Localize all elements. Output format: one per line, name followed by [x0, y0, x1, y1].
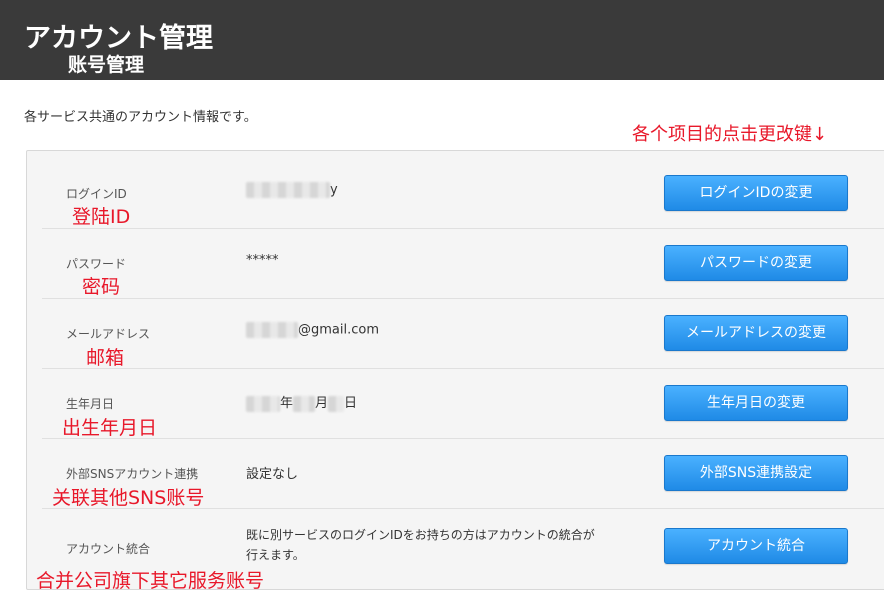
page-header: アカウント管理 账号管理	[0, 0, 884, 80]
account-merge-description-line1: 既に別サービスのログインIDをお持ちの方はアカウントの統合が	[246, 528, 595, 542]
redacted-block	[246, 182, 330, 198]
password-value: *****	[246, 253, 279, 268]
year-unit: 年	[280, 396, 294, 411]
change-login-id-button[interactable]: ログインIDの変更	[664, 175, 848, 211]
row-divider	[42, 298, 884, 299]
account-merge-label: アカウント統合	[66, 542, 151, 556]
login-id-value: y	[246, 182, 338, 198]
login-id-annotation: 登陆ID	[72, 206, 131, 228]
birthday-label: 生年月日	[66, 397, 115, 411]
redacted-block	[293, 395, 316, 412]
month-unit: 月	[315, 396, 329, 411]
sns-link-value: 設定なし	[246, 467, 299, 482]
email-value: @gmail.com	[246, 322, 379, 338]
redacted-block	[328, 395, 345, 412]
change-password-button[interactable]: パスワードの変更	[664, 245, 848, 281]
intro-text: 各サービス共通のアカウント情報です。	[24, 110, 257, 125]
page-subtitle: 账号管理	[68, 54, 145, 76]
login-id-suffix: y	[330, 182, 338, 198]
account-merge-description-line2: 行えます。	[246, 548, 305, 562]
row-divider	[42, 508, 884, 509]
birthday-value: 年 月日	[246, 392, 357, 412]
sns-link-annotation: 关联其他SNS账号	[52, 487, 205, 509]
password-label: パスワード	[66, 257, 127, 271]
password-annotation: 密码	[82, 276, 121, 298]
email-label: メールアドレス	[66, 327, 151, 341]
account-merge-button[interactable]: アカウント統合	[664, 528, 848, 564]
email-annotation: 邮箱	[86, 347, 125, 369]
row-divider	[42, 368, 884, 369]
email-suffix: @gmail.com	[298, 322, 380, 338]
sns-link-label: 外部SNSアカウント連携	[66, 467, 199, 481]
redacted-block	[246, 322, 298, 338]
login-id-label: ログインID	[66, 187, 127, 201]
account-merge-annotation: 合并公司旗下其它服务账号	[36, 570, 265, 592]
change-birthday-button[interactable]: 生年月日の変更	[664, 385, 848, 421]
redacted-block	[246, 395, 280, 412]
hint-annotation: 各个项目的点击更改键↓	[632, 124, 828, 145]
account-merge-description: 既に別サービスのログインIDをお持ちの方はアカウントの統合が 行えます。	[246, 525, 646, 565]
change-email-button[interactable]: メールアドレスの変更	[664, 315, 848, 351]
account-info-panel	[26, 150, 884, 590]
birthday-annotation: 出生年月日	[62, 417, 158, 439]
row-divider	[42, 438, 884, 439]
sns-settings-button[interactable]: 外部SNS連携設定	[664, 455, 848, 491]
day-unit: 日	[344, 396, 358, 411]
row-divider	[42, 228, 884, 229]
